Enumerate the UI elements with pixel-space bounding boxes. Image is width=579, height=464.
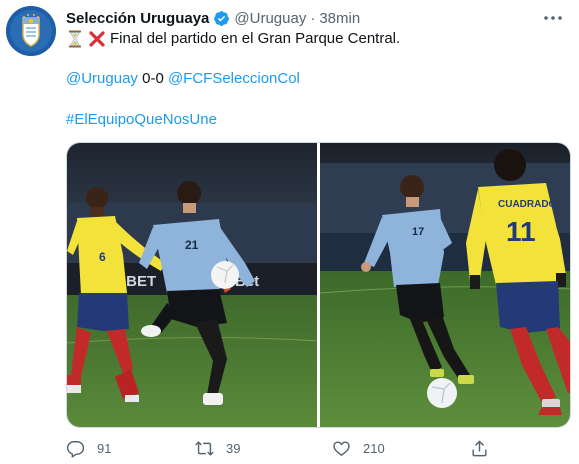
hourglass-icon xyxy=(66,30,84,48)
hashtag-link[interactable]: #ElEquipoQueNosUne xyxy=(66,111,217,128)
verified-badge-icon xyxy=(213,10,230,27)
reply-button[interactable]: 91 xyxy=(66,436,111,460)
timestamp[interactable]: 38min xyxy=(319,10,360,27)
photo-left[interactable]: LBET Bet 6 xyxy=(67,143,317,427)
share-icon xyxy=(472,440,487,456)
score-text: 0-0 xyxy=(137,70,168,87)
display-name[interactable]: Selección Uruguaya xyxy=(66,10,209,27)
heart-icon xyxy=(333,440,350,456)
cross-mark-icon xyxy=(88,30,106,48)
jersey-number: 21 xyxy=(185,238,199,252)
photo-right[interactable]: 17 CUADRADO 11 xyxy=(319,143,570,427)
tweet-text-line-1: Final del partido en el Gran Parque Cent… xyxy=(66,29,400,49)
jersey-number: 11 xyxy=(506,216,536,247)
more-options-icon[interactable] xyxy=(539,8,567,28)
like-button[interactable]: 210 xyxy=(332,436,385,460)
mention-link-colombia[interactable]: @FCFSeleccionCol xyxy=(168,70,300,87)
jersey-name: CUADRADO xyxy=(498,199,557,210)
like-count: 210 xyxy=(363,440,385,456)
reply-count: 91 xyxy=(97,440,112,456)
football xyxy=(211,261,239,289)
tweet-header: Selección Uruguaya @Uruguay · 38min xyxy=(66,7,360,29)
auf-crest-icon xyxy=(6,6,56,56)
reply-icon xyxy=(66,440,85,458)
retweet-count: 39 xyxy=(226,440,241,456)
tweet-hashtag-line: #ElEquipoQueNosUne xyxy=(66,110,217,130)
share-button[interactable] xyxy=(470,436,501,460)
tweet-text: Final del partido en el Gran Parque Cent… xyxy=(110,30,401,47)
retweet-button[interactable]: 39 xyxy=(195,436,240,460)
media-grid: LBET Bet 6 xyxy=(66,142,571,428)
tweet-score-line: @Uruguay 0-0 @FCFSeleccionCol xyxy=(66,69,300,89)
mention-link-uruguay[interactable]: @Uruguay xyxy=(66,70,138,87)
retweet-icon xyxy=(195,440,214,456)
avatar[interactable] xyxy=(6,6,56,56)
separator-dot: · xyxy=(310,9,316,27)
tweet-card[interactable]: Selección Uruguaya @Uruguay · 38min Fina… xyxy=(0,0,579,464)
jersey-number: 17 xyxy=(412,226,424,238)
football xyxy=(426,378,457,408)
user-handle[interactable]: @Uruguay xyxy=(234,10,306,27)
action-bar: 91 39 210 xyxy=(62,436,512,460)
jersey-number: 6 xyxy=(99,250,106,264)
